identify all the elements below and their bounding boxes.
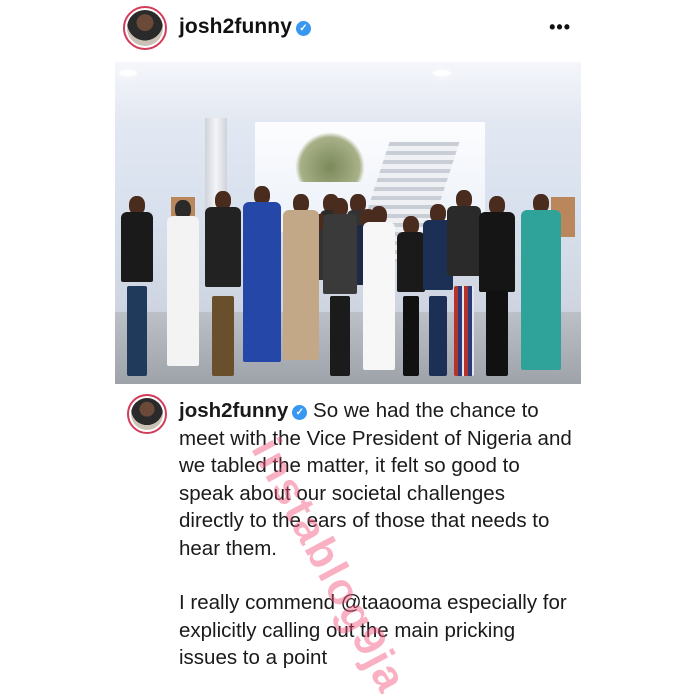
more-options-icon[interactable]: ••• (549, 17, 571, 38)
photo-person (205, 191, 241, 376)
photo-palm (295, 132, 365, 182)
photo-person (121, 196, 153, 376)
caption-paragraph-2: I really commend @taaooma especially for… (179, 589, 575, 672)
photo-person (397, 216, 425, 376)
verified-badge-icon: ✓ (296, 21, 312, 36)
post-header: josh2funny ✓ ••• (115, 4, 581, 52)
post-username[interactable]: josh2funny ✓ (179, 15, 312, 39)
caption-username[interactable]: josh2funny (179, 399, 288, 422)
username-text[interactable]: josh2funny (179, 15, 292, 38)
photo-person (447, 190, 481, 376)
photo-person (363, 206, 395, 376)
caption-text: josh2funny ✓ So we had the chance to meet… (179, 397, 575, 672)
mention-link[interactable]: @taaooma (341, 591, 442, 614)
caption-body-2-prefix: I really commend (179, 591, 341, 614)
post-photo[interactable] (115, 62, 581, 384)
photo-person (283, 194, 319, 376)
photo-person (521, 194, 561, 376)
caption-paragraph-1: josh2funny ✓ So we had the chance to meet… (179, 397, 575, 562)
caption-body-1: So we had the chance to meet with the Vi… (179, 399, 572, 560)
verified-badge-icon: ✓ (292, 405, 308, 420)
avatar-image (131, 398, 163, 430)
ceiling-light (119, 70, 137, 76)
ceiling-light (433, 70, 451, 76)
avatar-image (127, 10, 163, 46)
profile-avatar[interactable] (123, 6, 167, 50)
photo-person (479, 196, 515, 376)
photo-ceiling (115, 62, 581, 120)
photo-person (323, 198, 357, 376)
photo-person (243, 186, 281, 376)
photo-person (167, 200, 199, 376)
caption-avatar[interactable] (127, 394, 167, 434)
instagram-post: josh2funny ✓ ••• josh2funny ✓ So we had … (115, 0, 581, 696)
